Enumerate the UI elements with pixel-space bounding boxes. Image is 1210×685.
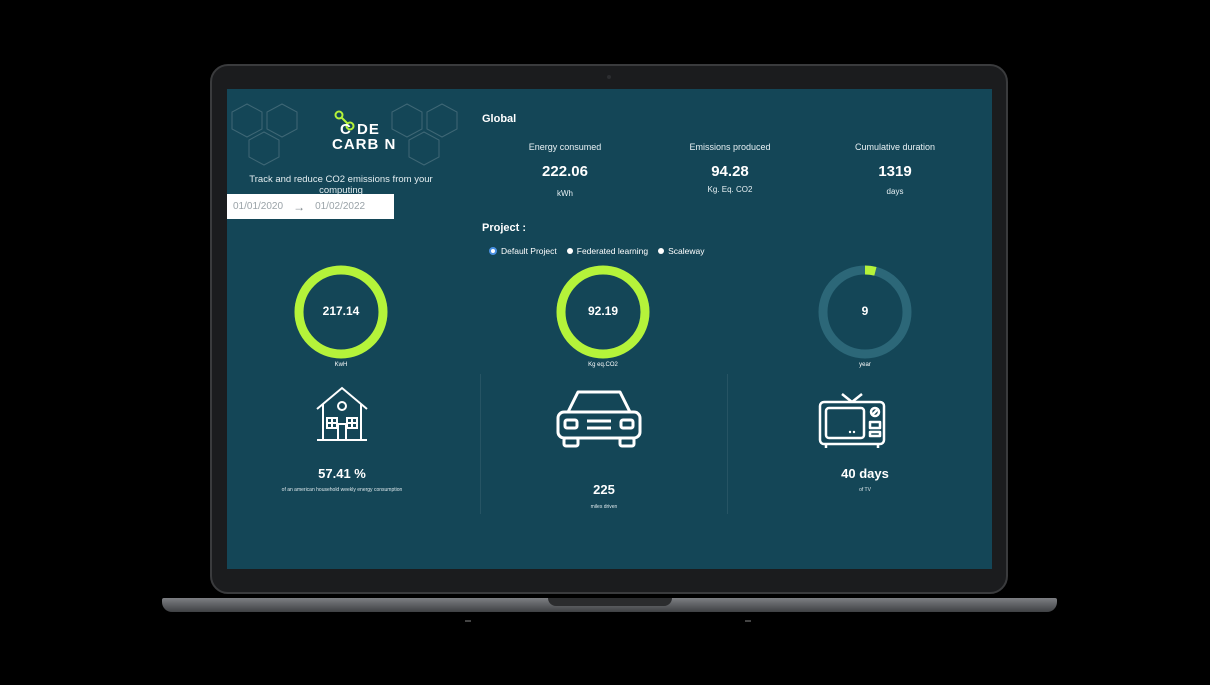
radio-scaleway[interactable] [658,248,665,254]
radio-default-project[interactable] [489,247,497,255]
radio-label-default-project[interactable]: Default Project [501,246,557,256]
global-title: Global [482,113,517,125]
logo-line2: CARB N [332,136,397,153]
radio-label-federated-learning[interactable]: Federated learning [577,246,648,256]
stat-energy-label: Energy consumed [528,142,602,152]
tv-icon [818,393,886,448]
gauge-emissions-value: 92.19 [587,304,619,318]
gauge-energy-unit: KwH [334,362,348,368]
code-carbon-logo: C DE CARB N [332,109,432,159]
radio-label-scaleway[interactable]: Scaleway [668,246,704,256]
stat-energy-value: 222.06 [542,163,588,180]
gauge-duration-value: 9 [861,304,869,318]
tagline: Track and reduce CO2 emissions from your… [249,174,433,196]
equiv-household-value: 57.41 % [318,466,366,481]
stat-duration-unit: days [886,187,904,196]
stat-emissions-unit: Kg. Eq. CO2 [707,185,753,194]
car-icon [556,390,642,448]
stat-duration-value: 1319 [878,163,912,180]
camera-icon [607,75,611,79]
gauge-duration-unit: year [859,362,871,368]
laptop-foot [745,620,751,622]
stat-duration-label: Cumulative duration [854,142,936,152]
laptop-foot [465,620,471,622]
date-start[interactable]: 01/01/2020 [233,201,283,212]
radio-federated-learning[interactable] [566,248,573,254]
project-title: Project : [482,222,527,234]
equiv-tv-caption: of TV [859,487,871,493]
dashboard-screen: C DE CARB N Track and reduce CO2 emissio… [227,89,992,569]
equiv-miles-value: 225 [593,482,615,497]
arrow-right-icon: → [293,199,306,214]
column-divider [727,374,728,514]
gauge-emissions-unit: Kg eq.CO2 [588,362,618,368]
equiv-household-caption: of an american household weekly energy c… [281,487,403,493]
equiv-miles-caption: miles driven [590,504,618,510]
house-icon [316,386,368,441]
laptop-notch [548,598,672,606]
column-divider [480,374,481,514]
project-selector: Default Project Federated learning Scale… [489,246,705,256]
date-range-picker[interactable]: 01/01/2020 → 01/02/2022 [227,194,394,219]
stat-emissions-label: Emissions produced [689,142,771,152]
equiv-tv-value: 40 days [841,466,889,481]
stat-energy-unit: kWh [557,189,573,198]
stat-emissions-value: 94.28 [711,163,749,180]
date-end[interactable]: 01/02/2022 [315,201,365,212]
gauge-energy-value: 217.14 [322,304,360,318]
